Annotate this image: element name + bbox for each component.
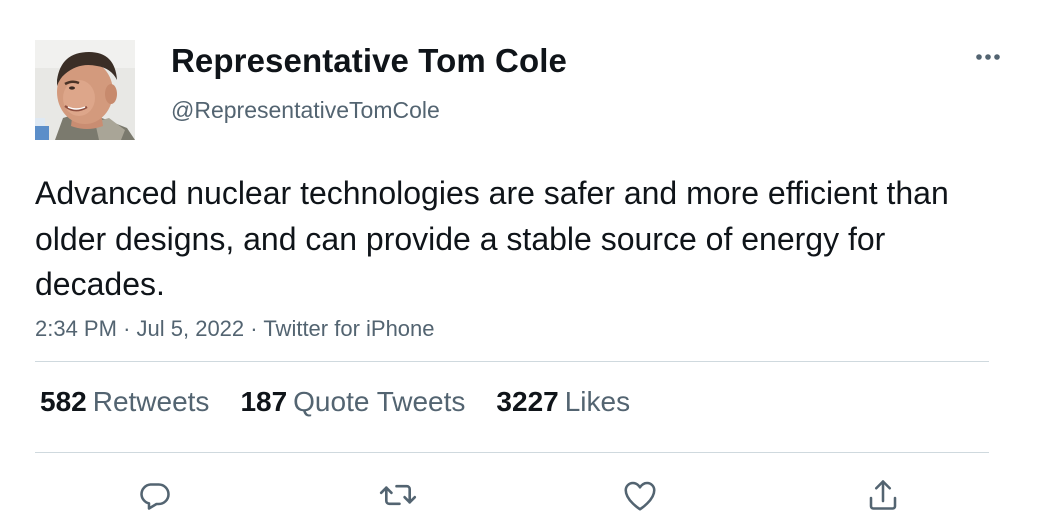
heart-icon	[624, 481, 656, 511]
likes-stat[interactable]: 3227 Likes	[496, 386, 630, 418]
likes-label: Likes	[564, 386, 631, 417]
more-options-button[interactable]	[968, 40, 1008, 74]
retweet-icon	[379, 484, 417, 506]
share-button[interactable]	[863, 475, 903, 515]
retweet-button[interactable]	[378, 475, 418, 515]
reply-button[interactable]	[135, 475, 175, 515]
tweet-meta: 2:34 PM · Jul 5, 2022 · Twitter for iPho…	[35, 316, 435, 342]
meta-separator: ·	[123, 316, 137, 341]
tweet-text: Advanced nuclear technologies are safer …	[35, 175, 949, 302]
tweet-stats: 582 Retweets 187 Quote Tweets 3227 Likes	[40, 386, 661, 418]
avatar[interactable]	[35, 40, 135, 140]
tweet-date[interactable]: Jul 5, 2022	[137, 316, 245, 341]
quote-tweets-label: Quote Tweets	[293, 386, 466, 417]
meta-separator: ·	[250, 316, 264, 341]
retweets-stat[interactable]: 582 Retweets	[40, 386, 209, 418]
reply-icon	[140, 483, 170, 510]
quote-tweets-count: 187	[240, 386, 288, 417]
retweets-label: Retweets	[92, 386, 210, 417]
user-handle[interactable]: @RepresentativeTomCole	[171, 97, 440, 124]
like-button[interactable]	[620, 475, 660, 515]
quote-tweets-stat[interactable]: 187 Quote Tweets	[240, 386, 465, 418]
more-horizontal-icon	[976, 54, 1000, 60]
share-icon	[869, 480, 897, 510]
divider	[35, 452, 989, 453]
tweet-time[interactable]: 2:34 PM	[35, 316, 117, 341]
retweets-count: 582	[40, 386, 87, 417]
divider	[35, 361, 989, 362]
display-name[interactable]: Representative Tom Cole	[171, 42, 567, 80]
tweet-source[interactable]: Twitter for iPhone	[263, 316, 434, 341]
tweet-card: Representative Tom Cole @RepresentativeT…	[0, 0, 1050, 525]
likes-count: 3227	[496, 386, 559, 417]
